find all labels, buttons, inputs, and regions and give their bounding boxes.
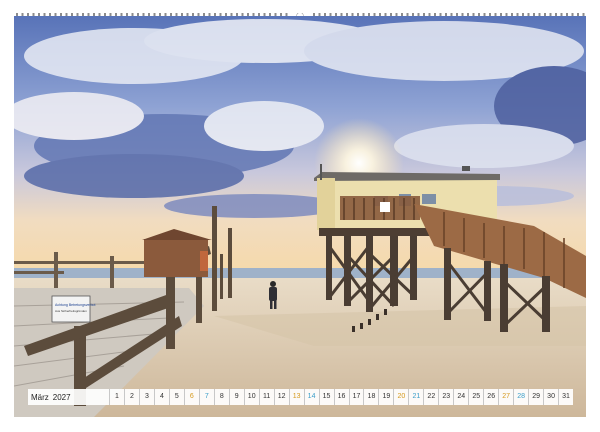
calendar-day: 1 xyxy=(109,389,124,405)
calendar-day: 28 xyxy=(513,389,528,405)
calendar-day: 23 xyxy=(438,389,453,405)
calendar-day: 11 xyxy=(258,389,274,405)
calendar-day: 3 xyxy=(138,389,154,405)
calendar-day: 9 xyxy=(228,389,244,405)
sign-line1: Achtung Betretungsverbot xyxy=(55,303,95,307)
year: 2027 xyxy=(52,392,71,402)
calendar-day: 15 xyxy=(318,389,334,405)
beach-photo: Achtung Betretungsverbot Aus Sicherheits… xyxy=(14,16,586,417)
calendar-day: 2 xyxy=(123,389,139,405)
calendar-day: 8 xyxy=(213,389,229,405)
calendar-day: 29 xyxy=(528,389,543,405)
calendar-day: 30 xyxy=(543,389,558,405)
calendar-day: 13 xyxy=(288,389,304,405)
calendar-day: 24 xyxy=(453,389,468,405)
warning-sign: Achtung Betretungsverbot Aus Sicherheits… xyxy=(51,295,95,323)
calendar-day: 6 xyxy=(183,389,199,405)
calendar-day: 26 xyxy=(483,389,498,405)
calendar-day: 18 xyxy=(363,389,378,405)
day-row: 1 2 3 4 5 6 7 8 9 10 11 12 13 14 15 16 17 18 19 20 21 22 23 24 2… xyxy=(109,389,573,405)
calendar-day: 5 xyxy=(168,389,184,405)
calendar-day: 22 xyxy=(423,389,438,405)
calendar-page: Achtung Betretungsverbot Aus Sicherheits… xyxy=(0,0,600,432)
calendar-day: 19 xyxy=(378,389,393,405)
calendar-day: 12 xyxy=(273,389,289,405)
month-name: März xyxy=(31,392,49,402)
month-label: März 2027 xyxy=(28,393,109,402)
calendar-day: 25 xyxy=(468,389,483,405)
calendar-day: 14 xyxy=(303,389,319,405)
sign-line2: Aus Sicherheitsgründen xyxy=(55,309,87,313)
calendar-day: 31 xyxy=(558,389,573,405)
calendar-strip: März 2027 1 2 3 4 5 6 7 8 9 10 11 12 13 14 15 16 17 18 19 2… xyxy=(28,389,573,405)
calendar-day: 16 xyxy=(333,389,349,405)
calendar-day: 17 xyxy=(348,389,364,405)
calendar-day: 21 xyxy=(408,389,423,405)
calendar-day: 7 xyxy=(198,389,214,405)
calendar-day: 4 xyxy=(153,389,169,405)
calendar-day: 27 xyxy=(498,389,513,405)
calendar-day: 20 xyxy=(393,389,408,405)
calendar-day: 10 xyxy=(243,389,259,405)
